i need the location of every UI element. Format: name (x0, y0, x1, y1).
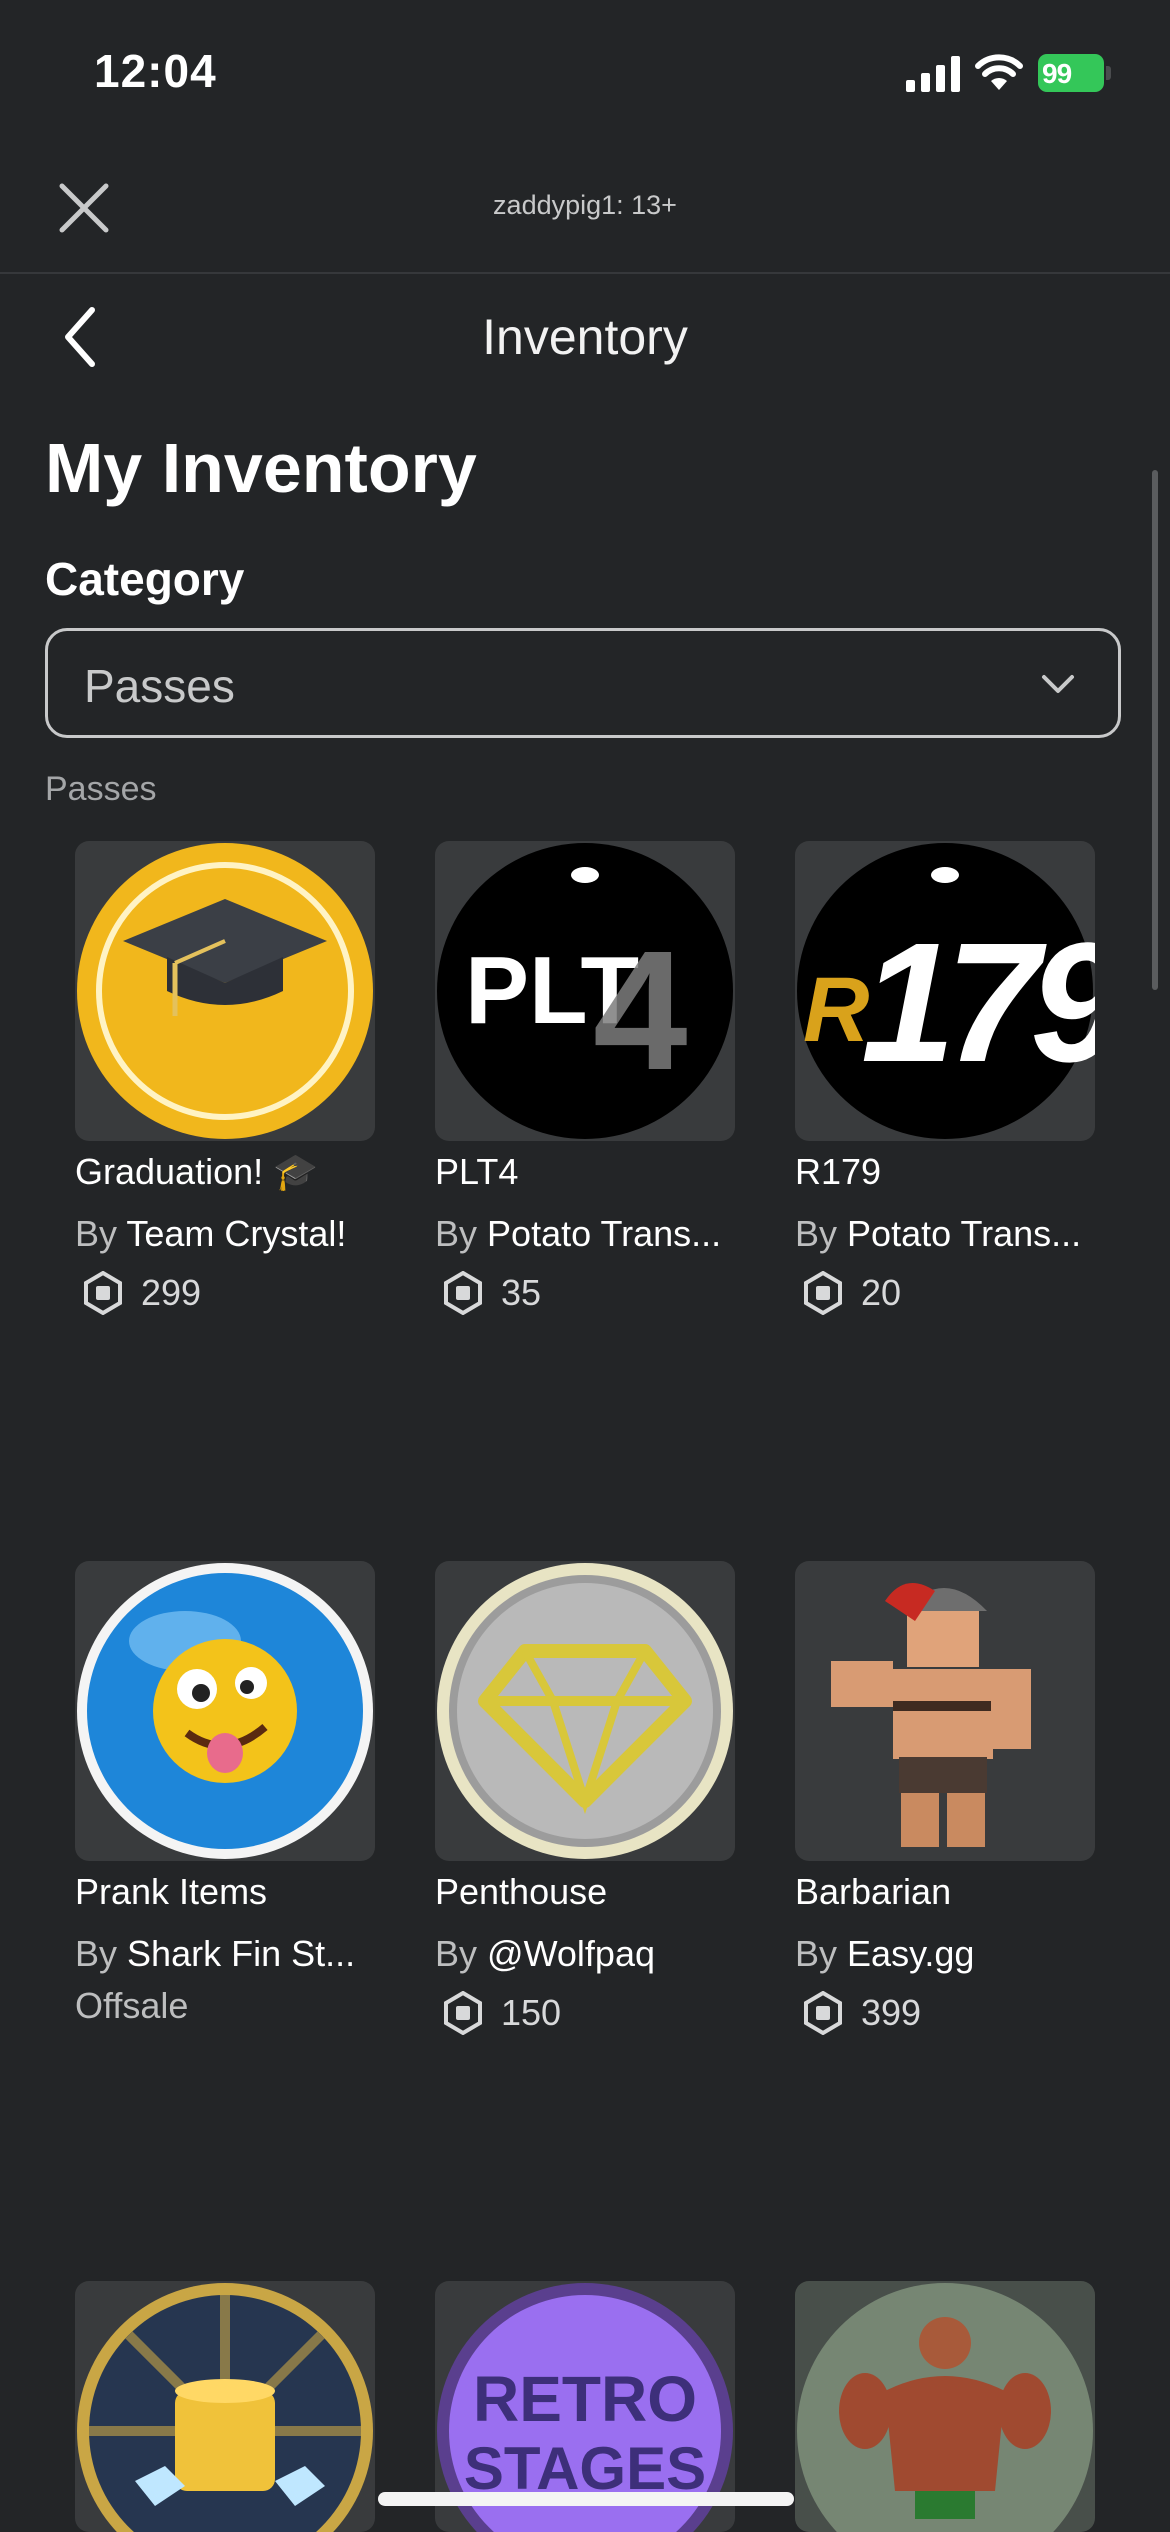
bodybuilder-image (795, 2281, 1095, 2532)
list-item[interactable]: Graduation! 🎓 By Team Crystal! 299 (75, 841, 375, 1315)
r179-logo: R 179 (797, 843, 1095, 1139)
list-item[interactable] (75, 2281, 375, 2532)
item-thumbnail (75, 841, 375, 1141)
list-item[interactable]: Prank Items By Shark Fin St... Offsale (75, 1561, 375, 2027)
list-item[interactable]: Barbarian By Easy.gg 399 (795, 1561, 1095, 2035)
page-title: My Inventory (45, 429, 477, 507)
item-creator: By Potato Trans... (795, 1213, 1082, 1254)
item-name: PLT4 (435, 1151, 519, 1192)
item-name: R179 (795, 1151, 882, 1192)
battery-level: 99 (1042, 58, 1072, 89)
list-item[interactable]: Penthouse By @Wolfpaq 150 (435, 1561, 735, 2035)
item-creator: By @Wolfpaq (435, 1933, 655, 1974)
item-name: Penthouse (435, 1871, 608, 1912)
item-creator: By Potato Trans... (435, 1213, 722, 1254)
chevron-down-icon (1042, 675, 1074, 693)
item-thumbnail: R 179 (795, 841, 1095, 1141)
robux-icon (84, 1271, 122, 1315)
svg-text:4: 4 (593, 916, 688, 1106)
wifi-icon (975, 54, 1023, 90)
item-thumbnail (435, 1561, 735, 1861)
robux-icon (804, 1991, 842, 2035)
item-price: 35 (435, 1271, 735, 1315)
robux-icon (804, 1271, 842, 1315)
category-dropdown-value: Passes (84, 660, 235, 712)
item-price: 399 (795, 1991, 1095, 2035)
item-thumbnail (75, 2281, 375, 2532)
barbarian-avatar (831, 1583, 1031, 1847)
item-price: 20 (795, 1271, 1095, 1315)
item-creator: By Shark Fin St... (75, 1933, 356, 1974)
list-item[interactable] (795, 2281, 1095, 2532)
item-thumbnail: PLT 4 (435, 841, 735, 1141)
list-item[interactable]: PLT 4 PLT4 By Potato Trans... 35 (435, 841, 735, 1315)
item-thumbnail (795, 1561, 1095, 1861)
account-label: zaddypig1: 13+ (493, 190, 677, 220)
item-thumbnail (795, 2281, 1095, 2532)
item-name: Barbarian (795, 1871, 952, 1912)
svg-text:R: R (803, 959, 869, 1061)
item-name: Prank Items (75, 1871, 268, 1912)
robux-icon (444, 1271, 482, 1315)
item-creator: By Team Crystal! (75, 1213, 347, 1254)
section-label: Passes (45, 770, 157, 808)
battery-icon: 99 (1038, 54, 1111, 92)
item-price: 299 (75, 1271, 375, 1315)
cellular-signal-icon (906, 56, 960, 92)
nav-title: Inventory (482, 309, 688, 365)
crazy-face-icon (77, 1563, 373, 1859)
list-item[interactable]: R 179 R179 By Potato Trans... 20 (795, 841, 1095, 1315)
item-thumbnail (75, 1561, 375, 1861)
header-divider (0, 272, 1170, 274)
plt4-logo: PLT 4 (437, 843, 733, 1139)
status-time: 12:04 (94, 45, 217, 97)
coins-icon (77, 2283, 373, 2532)
robux-icon (444, 1991, 482, 2035)
home-indicator[interactable] (378, 2492, 794, 2506)
offsale-label: Offsale (75, 1985, 189, 2026)
retro-stages-line-1: RETRO (473, 2363, 697, 2435)
category-dropdown[interactable]: Passes (45, 628, 1121, 738)
svg-text:179: 179 (861, 908, 1095, 1098)
item-name: Graduation! 🎓 (75, 1151, 318, 1192)
diamond-icon (437, 1563, 733, 1859)
category-label: Category (45, 553, 245, 605)
item-creator: By Easy.gg (795, 1933, 975, 1974)
item-price: 150 (435, 1991, 735, 2035)
graduation-cap-icon (77, 843, 373, 1139)
scrollbar[interactable] (1152, 470, 1158, 990)
